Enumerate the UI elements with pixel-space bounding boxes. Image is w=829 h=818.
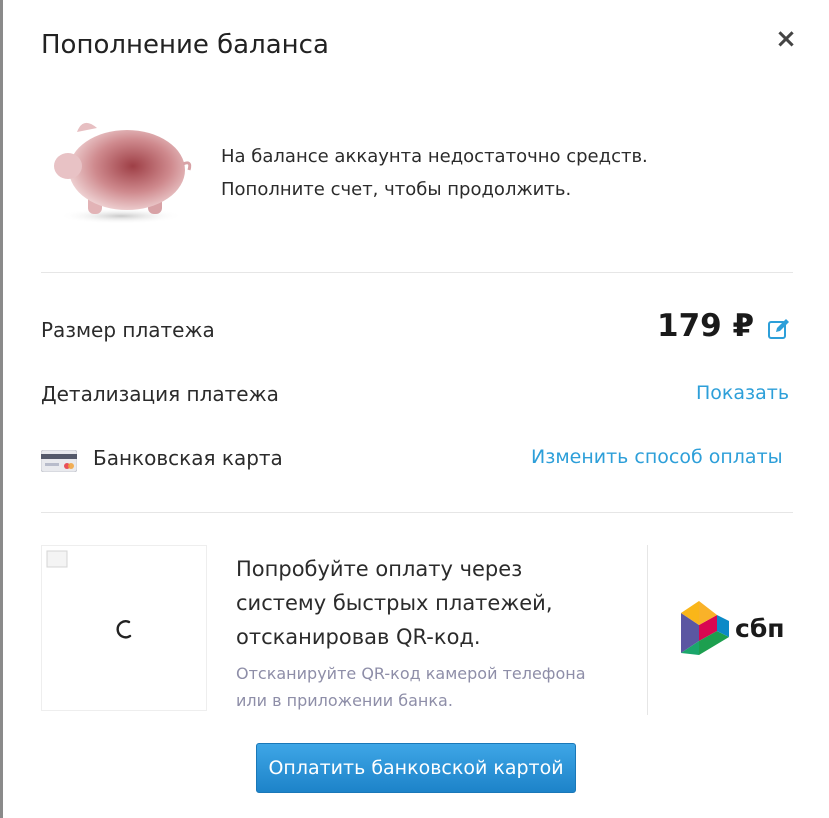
close-icon[interactable]: × bbox=[771, 24, 801, 54]
piggy-bank-icon bbox=[54, 122, 192, 224]
top-up-dialog: Пополнение баланса × На балансе аккаунта… bbox=[3, 0, 829, 818]
sbp-hint-line-2: или в приложении банка. bbox=[236, 691, 453, 710]
change-payment-method-link[interactable]: Изменить способ оплаты bbox=[531, 446, 783, 468]
sbp-promo-text: Попробуйте оплату через систему быстрых … bbox=[236, 552, 553, 654]
divider bbox=[41, 512, 793, 513]
sbp-hint-line-1: Отсканируйте QR-код камерой телефона bbox=[236, 664, 586, 683]
edit-icon[interactable] bbox=[767, 317, 791, 341]
pay-by-card-button[interactable]: Оплатить банковской картой bbox=[256, 743, 576, 793]
show-details-link[interactable]: Показать bbox=[696, 382, 789, 404]
qr-code-placeholder bbox=[41, 545, 207, 711]
notice-line-1: На балансе аккаунта недостаточно средств… bbox=[221, 146, 648, 167]
dialog-title: Пополнение баланса bbox=[41, 30, 329, 60]
payment-method-label: Банковская карта bbox=[93, 446, 283, 470]
loading-spinner-icon bbox=[116, 620, 132, 639]
payment-amount-value: 179 ₽ bbox=[657, 308, 755, 344]
sbp-line-3: отсканировав QR-код. bbox=[236, 625, 481, 649]
broken-image-icon bbox=[46, 550, 68, 568]
sbp-logo: сбп bbox=[681, 601, 785, 655]
sbp-line-1: Попробуйте оплату через bbox=[236, 557, 523, 581]
sbp-line-2: систему быстрых платежей, bbox=[236, 591, 553, 615]
payment-details-label: Детализация платежа bbox=[41, 382, 279, 406]
insufficient-funds-notice: На балансе аккаунта недостаточно средств… bbox=[221, 140, 648, 206]
vertical-divider bbox=[647, 545, 648, 715]
sbp-hint-text: Отсканируйте QR-код камерой телефона или… bbox=[236, 660, 586, 714]
divider bbox=[41, 272, 793, 273]
sbp-logo-text: сбп bbox=[735, 614, 785, 643]
payment-amount-label: Размер платежа bbox=[41, 318, 215, 342]
notice-line-2: Пополните счет, чтобы продолжить. bbox=[221, 179, 572, 200]
bank-card-icon bbox=[41, 450, 77, 472]
